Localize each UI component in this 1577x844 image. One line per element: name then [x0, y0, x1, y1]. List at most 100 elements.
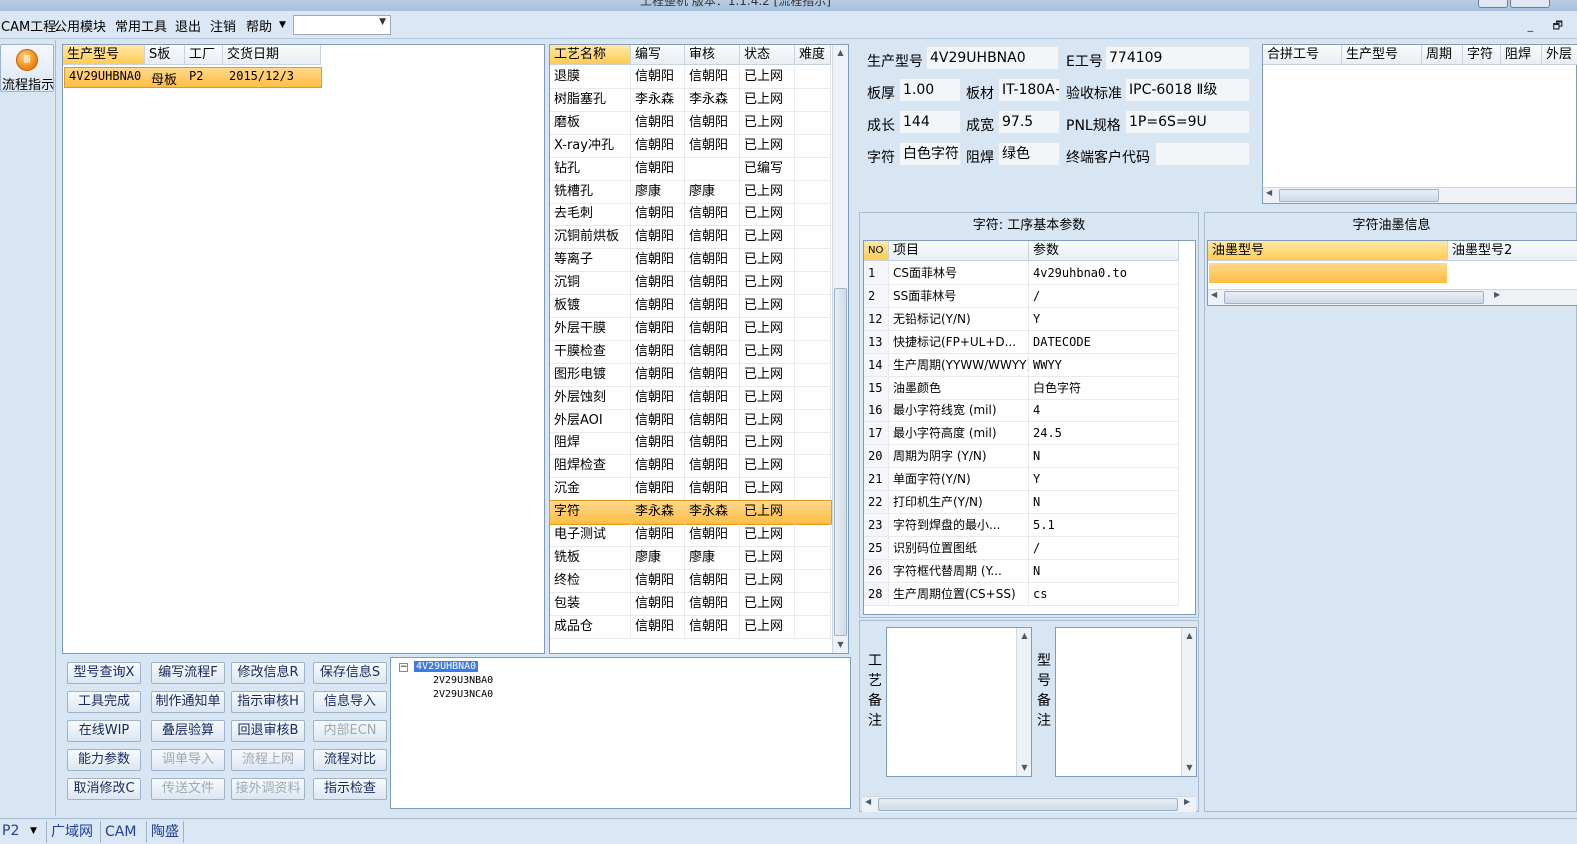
table-row[interactable]: 板镀 信朝阳 信朝阳 已上网 — [550, 295, 831, 318]
thickness-field[interactable]: 1.00 — [899, 78, 961, 102]
scroll-down-icon[interactable]: ▼ — [1182, 760, 1197, 775]
model-field[interactable]: 4V29UHBNA0 — [926, 46, 1059, 70]
table-row[interactable]: 17 最小字符高度 (mil) 24.5 — [864, 422, 1179, 446]
material-field[interactable]: IT-180A+ — [998, 78, 1060, 102]
pnl-field[interactable]: 1P=6S=9U — [1125, 110, 1250, 134]
table-row[interactable]: 沉金 信朝阳 信朝阳 已上网 — [550, 478, 831, 502]
order-col-factory[interactable]: 工厂 — [185, 45, 223, 65]
scroll-up-icon[interactable]: ▲ — [833, 45, 848, 60]
combo-col-cycle[interactable]: 周期 — [1422, 45, 1463, 65]
action-button[interactable]: 在线WIP — [67, 720, 141, 742]
table-row[interactable]: 阻焊 信朝阳 信朝阳 已上网 — [550, 432, 831, 456]
table-row[interactable]: 干膜检查 信朝阳 信朝阳 已上网 — [550, 340, 831, 364]
eno-field[interactable]: 774109 — [1105, 46, 1250, 70]
action-button[interactable]: 指示审核H — [231, 691, 305, 713]
table-row[interactable]: 沉铜 信朝阳 信朝阳 已上网 — [550, 272, 831, 296]
table-row[interactable]: 20 周期为阴字 (Y/N) N — [864, 445, 1179, 469]
ink-hscroll[interactable]: ◀ ▶ — [1208, 289, 1577, 305]
notes-scrollbar[interactable]: ▲ ▼ — [1016, 628, 1031, 776]
table-row[interactable]: 磨板 信朝阳 信朝阳 已上网 — [550, 111, 831, 135]
table-row[interactable]: 12 无铅标记(Y/N) Y — [864, 307, 1179, 331]
process-scrollbar[interactable]: ▲ ▼ — [832, 45, 848, 653]
scroll-left-icon[interactable]: ◀ — [1211, 290, 1217, 299]
action-button[interactable]: 叠层验算 — [151, 720, 225, 742]
table-row[interactable]: 成品仓 信朝阳 信朝阳 已上网 — [550, 615, 831, 639]
params-col-no[interactable]: NO — [864, 241, 889, 261]
scroll-left-icon[interactable]: ◀ — [865, 797, 871, 806]
mask-field[interactable]: 绿色 — [998, 142, 1060, 166]
table-row[interactable]: 14 生产周期(YYWW/WWYY) WWYY — [864, 353, 1179, 377]
tab-taosheng[interactable]: 陶盛 — [146, 821, 184, 843]
ink-col-type[interactable]: 油墨型号 — [1208, 241, 1448, 261]
table-row[interactable]: 16 最小字符线宽 (mil) 4 — [864, 399, 1179, 423]
tree-child[interactable]: 2V29U3NCA0 — [433, 689, 493, 700]
mdi-window-controls[interactable]: _ 🗗 — [1528, 17, 1571, 36]
params-col-value[interactable]: 参数 — [1029, 241, 1179, 261]
notes-hscroll[interactable]: ◀ ▶ — [862, 796, 1196, 812]
close-button[interactable] — [1510, 0, 1550, 8]
action-button[interactable]: 保存信息S — [313, 662, 387, 684]
action-button[interactable]: 修改信息R — [231, 662, 305, 684]
table-row[interactable]: 字符 李永森 李永森 已上网 — [549, 500, 832, 526]
order-col-s[interactable]: S板 — [145, 45, 185, 65]
table-row[interactable] — [1209, 263, 1447, 283]
table-row[interactable]: 21 单面字符(Y/N) Y — [864, 468, 1179, 492]
table-row[interactable]: 13 快捷标记(FP+UL+D... DATECODE — [864, 330, 1179, 354]
menu-common-modules[interactable]: 公用模块 — [54, 16, 106, 35]
scroll-down-icon[interactable]: ▼ — [833, 637, 848, 652]
scroll-right-icon[interactable]: ▶ — [1494, 290, 1500, 299]
table-row[interactable]: 树脂塞孔 李永森 李永森 已上网 — [550, 88, 831, 112]
scrollbar-thumb[interactable] — [834, 288, 847, 636]
table-row[interactable]: 15 油墨颜色 白色字符 — [864, 376, 1179, 400]
combo-col-model[interactable]: 生产型号 — [1342, 45, 1422, 65]
table-row[interactable]: 4V29UHBNA0 母板 P2 2015/12/3 — [64, 67, 322, 88]
action-button[interactable]: 调单导入 — [151, 749, 225, 771]
standard-field[interactable]: IPC-6018 Ⅱ级 — [1125, 78, 1250, 102]
combo-col-mask[interactable]: 阻焊 — [1501, 45, 1542, 65]
model-notes-field[interactable]: ▲ ▼ — [1055, 627, 1197, 777]
table-row[interactable]: 钻孔 信朝阳 已编写 — [550, 157, 831, 181]
scrollbar-thumb[interactable] — [1279, 189, 1439, 202]
action-button[interactable]: 工具完成 — [67, 691, 141, 713]
action-button[interactable]: 流程上网 — [231, 749, 305, 771]
action-button[interactable]: 型号查询X — [67, 662, 141, 684]
chevron-down-icon[interactable]: ▼ — [30, 826, 37, 836]
order-col-date[interactable]: 交货日期 — [223, 45, 321, 65]
ink-col-type2[interactable]: 油墨型号2 — [1448, 241, 1577, 261]
tree-collapse-icon[interactable]: − — [399, 663, 408, 672]
table-row[interactable]: 外层干膜 信朝阳 信朝阳 已上网 — [550, 317, 831, 341]
action-button[interactable]: 传送文件 — [151, 778, 225, 800]
scrollbar-thumb[interactable] — [1224, 291, 1484, 304]
params-col-item[interactable]: 项目 — [889, 241, 1029, 261]
table-row[interactable]: 阻焊检查 信朝阳 信朝阳 已上网 — [550, 455, 831, 479]
action-button[interactable]: 制作通知单 — [151, 691, 225, 713]
menu-tools[interactable]: 常用工具 — [115, 16, 167, 35]
action-button[interactable]: 接外调资料 — [231, 778, 305, 800]
tab-wan[interactable]: 广域网 — [46, 821, 97, 843]
width-field[interactable]: 97.5 — [998, 110, 1060, 134]
factory-combo[interactable]: P2 — [2, 823, 19, 839]
process-col-status[interactable]: 状态 — [740, 45, 795, 65]
order-col-model[interactable]: 生产型号 — [63, 45, 145, 65]
chevron-down-icon[interactable]: ▼ — [279, 20, 286, 30]
process-col-writer[interactable]: 编写 — [631, 45, 685, 65]
process-col-name[interactable]: 工艺名称 — [550, 45, 631, 65]
menu-exit[interactable]: 退出 — [175, 16, 201, 35]
action-button[interactable]: 内部ECN — [313, 720, 387, 742]
table-row[interactable]: 终检 信朝阳 信朝阳 已上网 — [550, 569, 831, 593]
tab-cam[interactable]: CAM — [100, 821, 140, 843]
scroll-left-icon[interactable]: ◀ — [1266, 188, 1272, 197]
scroll-up-icon[interactable]: ▲ — [1182, 628, 1197, 643]
process-col-reviewer[interactable]: 审核 — [685, 45, 740, 65]
table-row[interactable]: 28 生产周期位置(CS+SS) cs — [864, 582, 1179, 606]
action-button[interactable]: 流程对比 — [313, 749, 387, 771]
table-row[interactable]: 25 识别码位置图纸 / — [864, 536, 1179, 560]
table-row[interactable]: 外层蚀刻 信朝阳 信朝阳 已上网 — [550, 386, 831, 410]
process-notes-field[interactable]: ▲ ▼ — [886, 627, 1032, 777]
combo-col-eno[interactable]: 合拼工号 — [1263, 45, 1342, 65]
combo-hscroll[interactable]: ◀ — [1263, 187, 1576, 203]
table-row[interactable]: 1 CS面菲林号 4v29uhbna0.to — [864, 262, 1179, 285]
menu-logout[interactable]: 注销 — [210, 16, 236, 35]
combo-col-char[interactable]: 字符 — [1463, 45, 1501, 65]
table-row[interactable]: 外层AOI 信朝阳 信朝阳 已上网 — [550, 409, 831, 433]
